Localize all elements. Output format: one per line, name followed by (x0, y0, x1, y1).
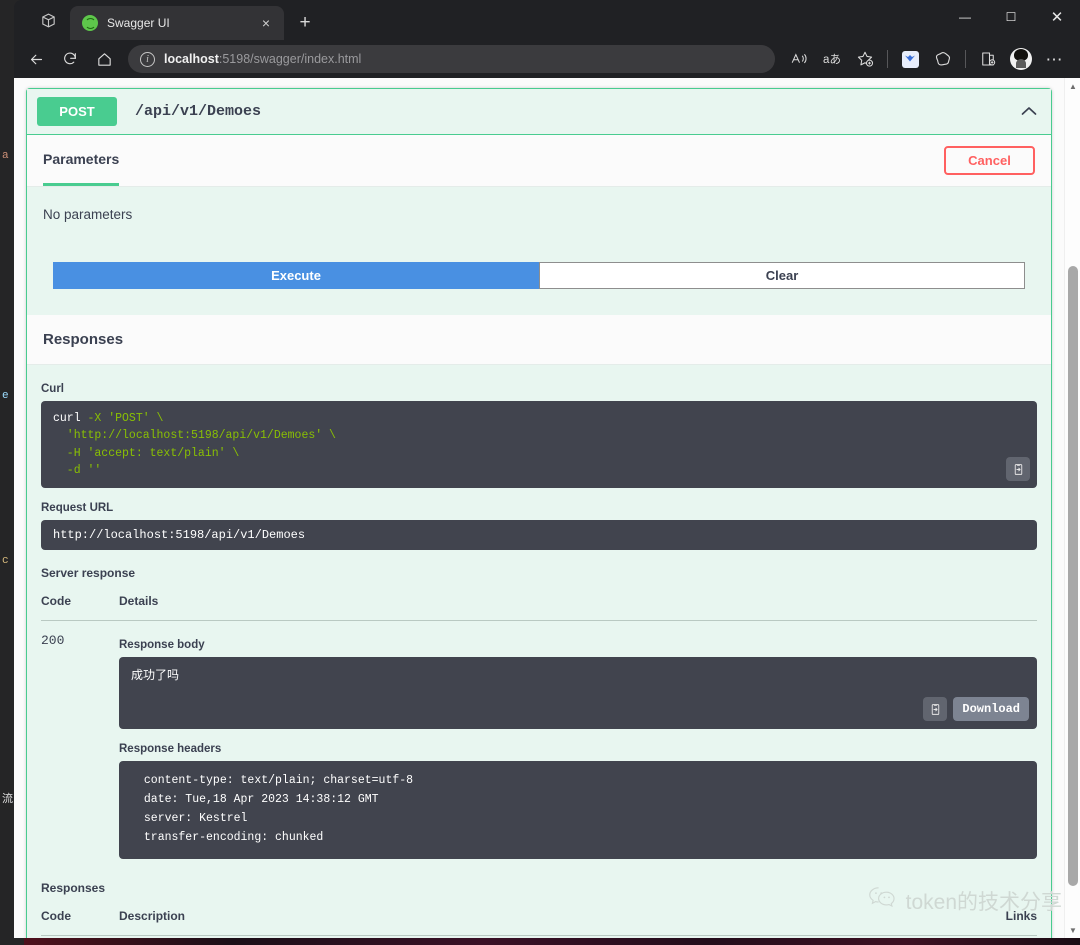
browser-toolbar: i localhost:5198/swagger/index.html aあ ⋯ (14, 40, 1080, 78)
response-details-cell: Response body 成功了吗 Download Response hea… (119, 621, 1037, 859)
response-description: Success (119, 935, 659, 938)
header-code: Code (41, 908, 119, 936)
page-viewport: POST /api/v1/Demoes Parameters Cancel No… (14, 78, 1080, 938)
http-method-badge: POST (37, 97, 117, 126)
close-window-button[interactable]: ✕ (1034, 0, 1080, 33)
request-url-value: http://localhost:5198/api/v1/Demoes (41, 520, 1037, 550)
refresh-button[interactable] (54, 44, 86, 74)
response-body-value: 成功了吗 (131, 669, 180, 683)
execute-button[interactable]: Execute (53, 262, 539, 289)
responses-list-table: Code Description Links 200 Success (41, 908, 1037, 938)
response-headers-block: content-type: text/plain; charset=utf-8 … (119, 761, 1037, 859)
minimize-button[interactable]: — (942, 0, 988, 33)
home-button[interactable] (88, 44, 120, 74)
parameters-section: No parameters Execute Clear (27, 187, 1051, 315)
address-bar[interactable]: i localhost:5198/swagger/index.html (128, 45, 775, 73)
bg-text-fragment: c (2, 555, 9, 567)
tab-title: Swagger UI (107, 16, 170, 30)
cancel-button[interactable]: Cancel (944, 146, 1035, 175)
curl-label: Curl (41, 383, 64, 395)
response-body-label: Response body (119, 639, 205, 651)
page-scrollbar[interactable]: ▲ ▼ (1064, 78, 1080, 938)
table-row: 200 Success No links (41, 935, 1037, 938)
opblock-post-demoes: POST /api/v1/Demoes Parameters Cancel No… (26, 88, 1052, 938)
header-description: Description (119, 908, 659, 936)
operation-path: /api/v1/Demoes (135, 103, 262, 120)
url-text: localhost:5198/swagger/index.html (164, 52, 361, 66)
copy-icon[interactable] (923, 697, 948, 721)
response-code: 200 (41, 633, 65, 648)
server-response-label: Server response (41, 566, 136, 580)
extension-icon[interactable] (894, 44, 926, 74)
tab-parameters[interactable]: Parameters (43, 135, 120, 186)
responses-heading-bar: Responses (27, 315, 1051, 365)
opblock-body: Parameters Cancel No parameters Execute … (27, 135, 1051, 938)
collections-icon[interactable] (972, 44, 1004, 74)
workspace-cube-icon[interactable] (26, 3, 70, 37)
header-links: Links (658, 908, 1037, 936)
bg-text-fragment: 流 (2, 794, 13, 806)
new-tab-button[interactable]: + (290, 7, 320, 37)
avatar[interactable] (1005, 44, 1037, 74)
browser-tab-swagger-ui[interactable]: Swagger UI × (70, 6, 284, 40)
scroll-down-arrow[interactable]: ▼ (1065, 922, 1080, 938)
close-tab-icon[interactable]: × (256, 13, 276, 33)
server-response-area: Curl curl -X 'POST' \ 'http://localhost:… (27, 365, 1051, 865)
window-controls: — ☐ ✕ (942, 0, 1080, 40)
maximize-button[interactable]: ☐ (988, 0, 1034, 33)
request-url-label: Request URL (41, 502, 114, 514)
no-parameters-text: No parameters (43, 207, 133, 222)
documented-responses-area: Responses Code Description Links (27, 864, 1051, 938)
url-host: localhost (164, 52, 219, 66)
swagger-page: POST /api/v1/Demoes Parameters Cancel No… (14, 78, 1064, 938)
settings-and-more-icon[interactable]: ⋯ (1038, 44, 1070, 74)
response-links: No links (659, 935, 1037, 938)
server-response-table: Code Details 200 Response body 成功了吗 Down… (41, 594, 1037, 859)
scroll-up-arrow[interactable]: ▲ (1065, 78, 1080, 94)
responses-heading: Responses (43, 331, 124, 348)
curl-command-args: -X 'POST' \ 'http://localhost:5198/api/v… (66, 412, 336, 477)
table-row: 200 Response body 成功了吗 Download Response… (41, 621, 1037, 859)
translate-icon[interactable]: aあ (816, 44, 848, 74)
tab-strip: Swagger UI × + — ☐ ✕ (14, 0, 1080, 40)
chevron-up-icon[interactable] (1021, 103, 1037, 121)
swagger-favicon (82, 15, 98, 31)
curl-code-block: curl -X 'POST' \ 'http://localhost:5198/… (41, 401, 1037, 488)
toolbar-divider (965, 50, 966, 68)
clear-button[interactable]: Clear (539, 262, 1025, 289)
header-code: Code (41, 594, 119, 621)
curl-command-head: curl (53, 412, 81, 425)
opblock-tabs: Parameters Cancel (27, 135, 1051, 187)
header-details: Details (119, 594, 1037, 621)
table-header-row: Code Description Links (41, 908, 1037, 936)
response-code: 200 (41, 935, 119, 938)
responses-list-label: Responses (41, 880, 106, 895)
browser-window: Swagger UI × + — ☐ ✕ i localhost:5198/sw… (14, 0, 1080, 938)
response-body-actions: Download (923, 697, 1029, 721)
site-info-icon[interactable]: i (140, 51, 155, 67)
download-button[interactable]: Download (953, 697, 1029, 721)
toolbar-divider (887, 50, 888, 68)
browser-essentials-icon[interactable] (927, 44, 959, 74)
response-body-block: 成功了吗 Download (119, 657, 1037, 729)
action-buttons: Execute Clear (43, 262, 1035, 289)
tabstrip-padding (14, 0, 26, 40)
scrollbar-thumb[interactable] (1068, 266, 1078, 886)
toolbar-right-icons: aあ ⋯ (783, 44, 1070, 74)
opblock-summary[interactable]: POST /api/v1/Demoes (27, 89, 1051, 135)
copy-icon[interactable] (1006, 457, 1030, 481)
add-favorite-icon[interactable] (849, 44, 881, 74)
read-aloud-icon[interactable] (783, 44, 815, 74)
table-header-row: Code Details (41, 594, 1037, 621)
back-button[interactable] (20, 44, 52, 74)
url-path: :5198/swagger/index.html (218, 52, 362, 66)
response-headers-label: Response headers (119, 743, 222, 755)
bg-text-fragment: a (2, 150, 9, 162)
bg-text-fragment: e (2, 390, 9, 402)
